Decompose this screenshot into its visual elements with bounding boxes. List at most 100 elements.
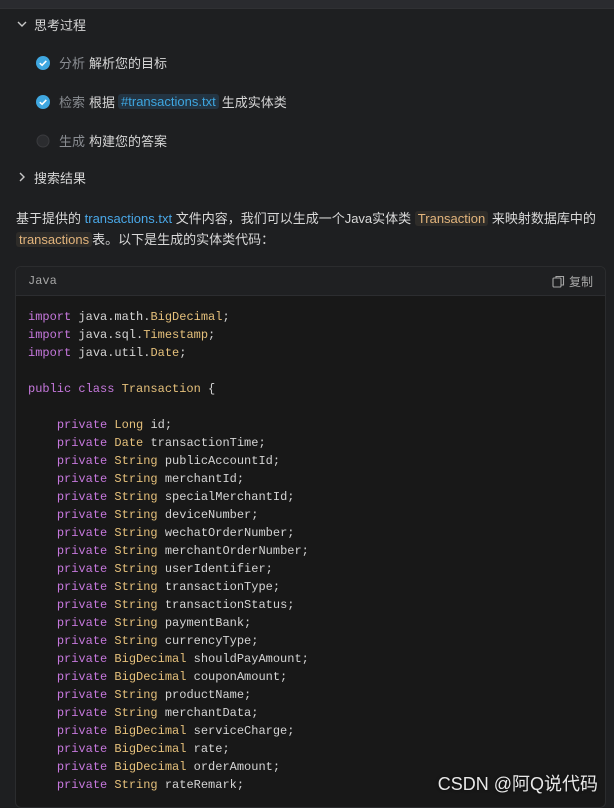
code-token: Date — [114, 436, 151, 450]
code-token: ; — [208, 328, 216, 342]
code-token: merchantOrderNumber; — [164, 544, 309, 558]
code-token: private — [56, 562, 115, 576]
search-results-header: 搜索结果 — [34, 170, 87, 186]
code-token: private — [56, 436, 115, 450]
answer-text: 基于提供的 — [16, 211, 82, 226]
code-line: private String userIdentifier; — [28, 560, 593, 578]
code-line: private String paymentBank; — [28, 614, 593, 632]
code-token: String — [114, 508, 165, 522]
code-token: java.util. — [78, 346, 151, 360]
code-token: merchantData; — [164, 706, 259, 720]
code-token: ; — [179, 346, 187, 360]
code-line: private BigDecimal rate; — [28, 740, 593, 758]
inline-code-table: transactions — [16, 232, 93, 247]
code-body[interactable]: import java.math.BigDecimal; import java.… — [16, 296, 605, 806]
check-circle-icon — [36, 94, 50, 109]
code-token: String — [114, 472, 165, 486]
code-token: private — [56, 472, 115, 486]
code-line: import java.math.BigDecimal; — [28, 308, 593, 326]
copy-button[interactable]: 复制 — [552, 273, 593, 290]
code-line: private String publicAccountId; — [28, 452, 593, 470]
code-token: Long — [114, 418, 151, 432]
code-token: ; — [222, 310, 230, 324]
code-token: paymentBank; — [164, 616, 252, 630]
code-language: Java — [28, 274, 57, 288]
code-token: currencyType; — [164, 634, 259, 648]
code-line: private String specialMerchantId; — [28, 488, 593, 506]
code-token: private — [56, 688, 115, 702]
step-retrieve: 检索 根据 #transactions.txt 生成实体类 — [0, 82, 614, 121]
code-line: private String merchantOrderNumber; — [28, 542, 593, 560]
code-token: private — [56, 454, 115, 468]
code-token: private — [56, 526, 115, 540]
code-line: private String merchantData; — [28, 704, 593, 722]
code-token: specialMerchantId; — [164, 490, 295, 504]
step-analyze: 分析 解析您的目标 — [0, 43, 614, 82]
code-token: String — [114, 706, 165, 720]
code-line: private Date transactionTime; — [28, 434, 593, 452]
code-token: rateRemark; — [164, 778, 245, 792]
code-header: Java 复制 — [16, 267, 605, 296]
code-token: String — [114, 544, 165, 558]
answer-text: 文件内容，我们可以生成一个Java实体类 — [175, 211, 412, 226]
code-token: productName; — [164, 688, 252, 702]
code-token: String — [114, 634, 165, 648]
thinking-toggle[interactable]: 思考过程 — [0, 11, 614, 37]
code-token: private — [56, 598, 115, 612]
code-token: transactionType; — [164, 580, 281, 594]
step-text-post: 生成实体类 — [221, 95, 287, 110]
code-token: userIdentifier; — [164, 562, 273, 576]
code-line: private String deviceNumber; — [28, 506, 593, 524]
code-token: couponAmount; — [193, 670, 288, 684]
code-token: import — [28, 328, 79, 342]
code-line: private String merchantId; — [28, 470, 593, 488]
code-token: private — [56, 418, 115, 432]
code-token: { — [200, 382, 216, 396]
code-line: private BigDecimal couponAmount; — [28, 668, 593, 686]
code-line: private BigDecimal shouldPayAmount; — [28, 650, 593, 668]
chevron-right-icon — [16, 171, 28, 183]
file-tag-link[interactable]: #transactions.txt — [118, 94, 219, 109]
code-token: BigDecimal — [114, 670, 194, 684]
step-text: 解析您的目标 — [89, 56, 168, 71]
step-label: 分析 — [59, 56, 86, 71]
code-line: import java.sql.Timestamp; — [28, 326, 593, 344]
answer-text: 来映射数据库中的 — [491, 211, 596, 226]
file-link[interactable]: transactions.txt — [85, 211, 172, 226]
code-token: private — [56, 616, 115, 630]
code-token: publicAccountId; — [164, 454, 281, 468]
code-token: String — [114, 526, 165, 540]
code-line: private BigDecimal serviceCharge; — [28, 722, 593, 740]
code-token: transactionStatus; — [164, 598, 295, 612]
code-token: Timestamp — [143, 328, 209, 342]
code-token: private — [56, 634, 115, 648]
code-token: transactionTime; — [150, 436, 266, 450]
step-label: 生成 — [59, 134, 86, 149]
answer-paragraph: 基于提供的 transactions.txt 文件内容，我们可以生成一个Java… — [0, 208, 614, 250]
top-bar — [0, 0, 614, 9]
code-token: BigDecimal — [114, 742, 194, 756]
code-token: public class — [28, 382, 122, 396]
code-token: BigDecimal — [150, 310, 223, 324]
code-token: String — [114, 454, 165, 468]
code-token: java.sql. — [78, 328, 144, 342]
inline-code-class: Transaction — [414, 211, 489, 226]
code-token: BigDecimal — [114, 760, 194, 774]
pending-circle-icon — [36, 134, 50, 148]
thinking-steps: 分析 解析您的目标 检索 根据 #transactions.txt 生成实体类 … — [0, 43, 614, 160]
code-line: private String transactionType; — [28, 578, 593, 596]
search-results-toggle[interactable]: 搜索结果 — [0, 164, 614, 190]
code-token: java.math. — [78, 310, 151, 324]
step-text-pre: 根据 — [89, 95, 116, 110]
code-block: Java 复制 import java.math.BigDecimal; impo… — [15, 266, 606, 808]
